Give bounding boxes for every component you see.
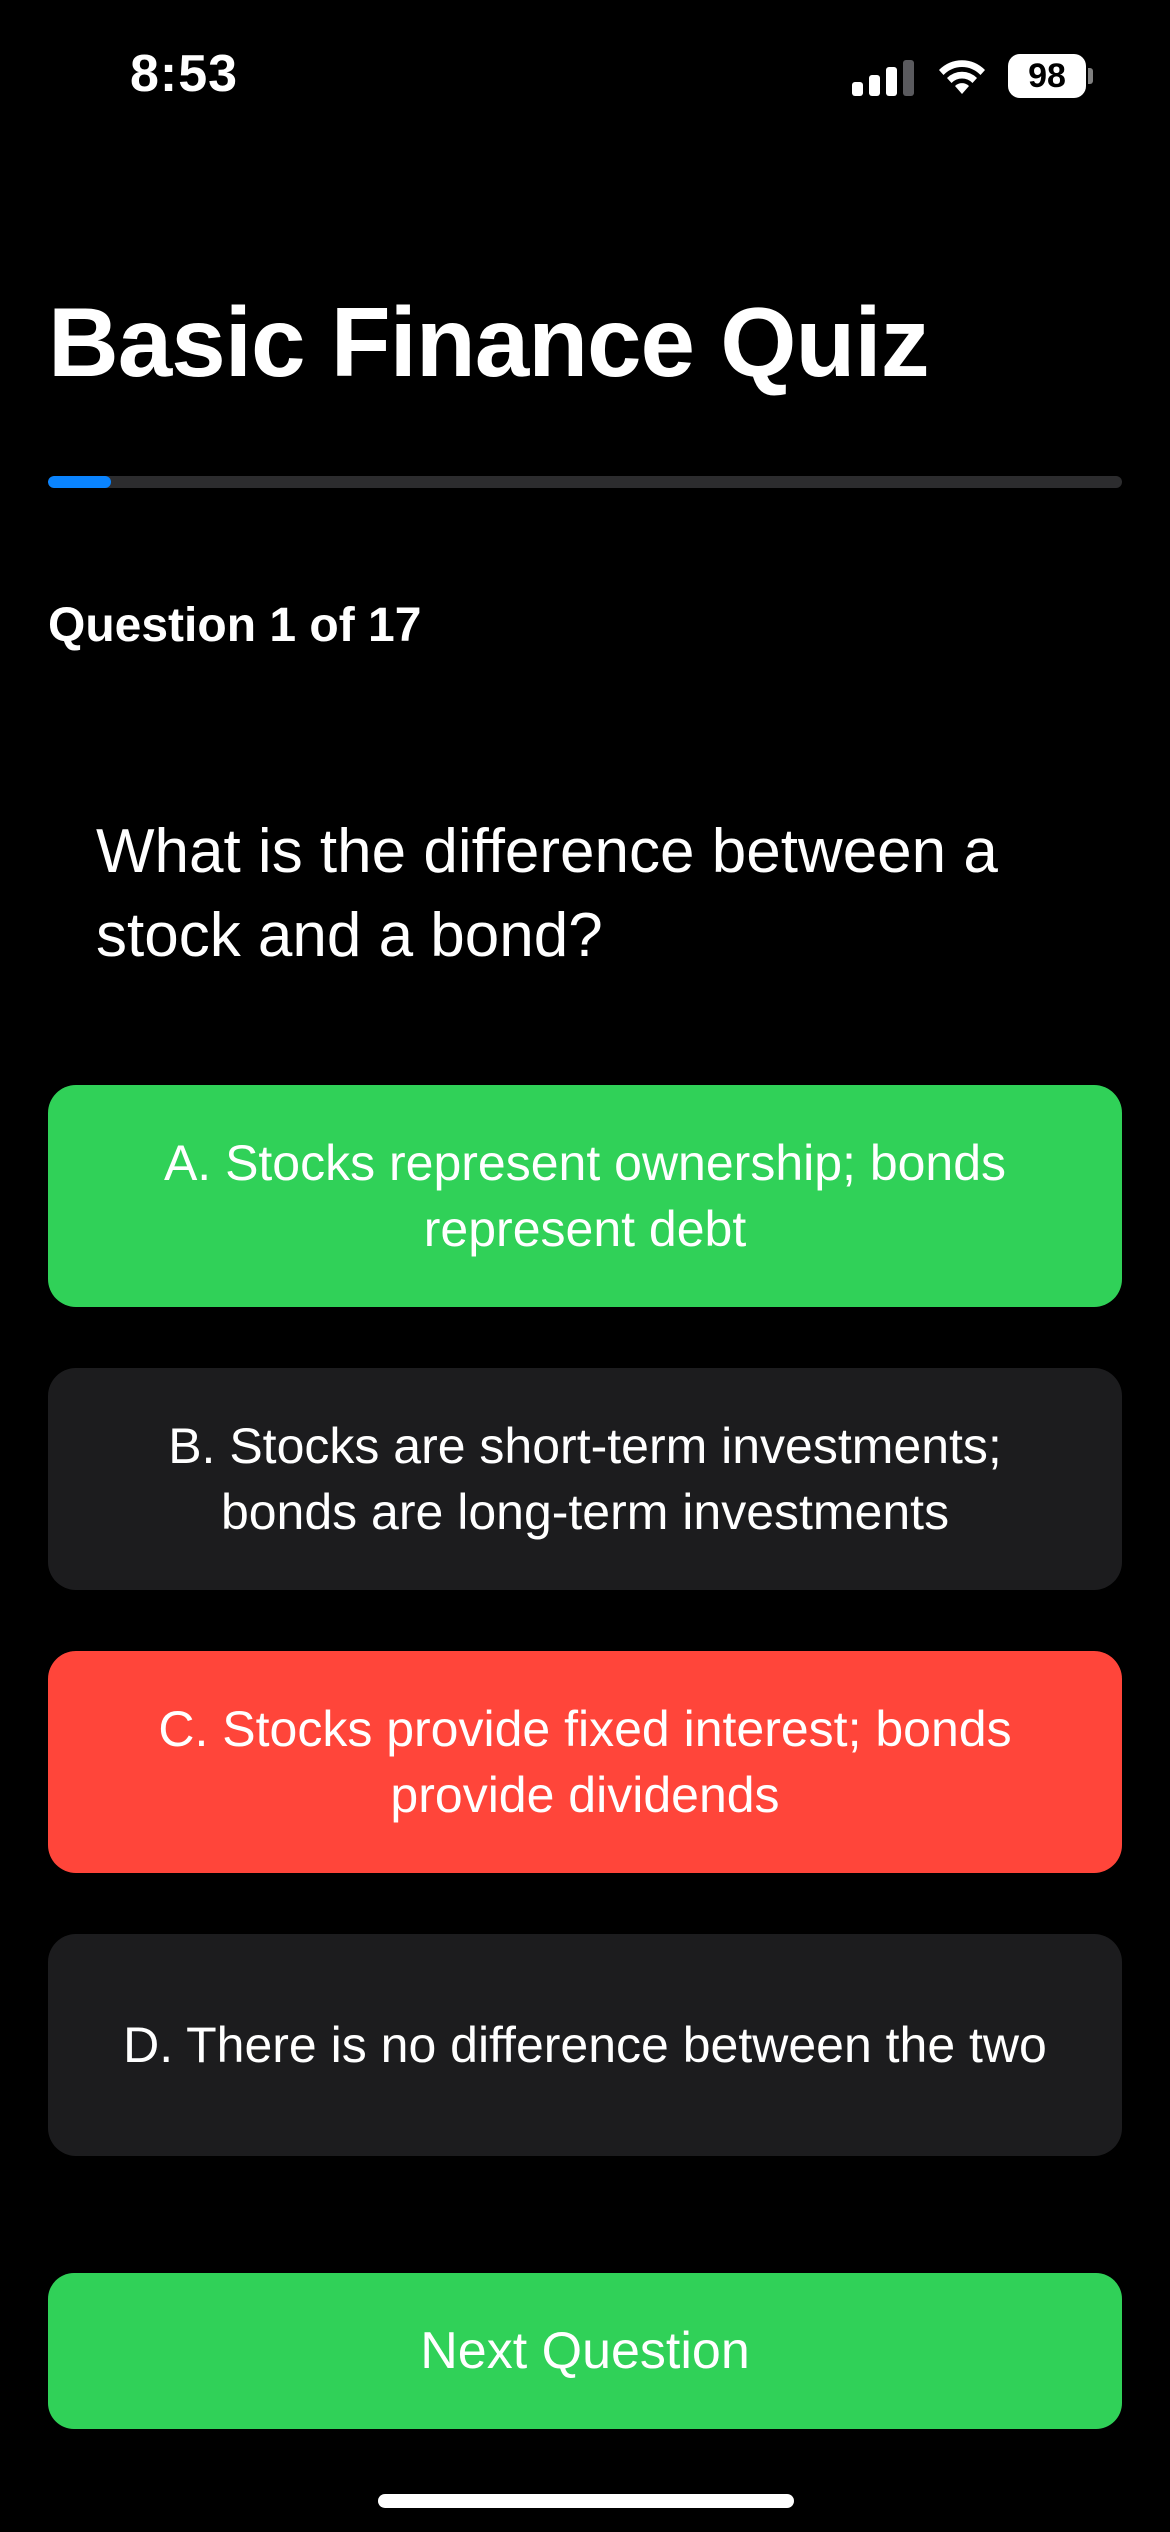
question-counter: Question 1 of 17 <box>48 599 422 652</box>
status-time: 8:53 <box>130 45 239 103</box>
home-indicator[interactable] <box>378 2494 794 2508</box>
progress-bar <box>48 476 1122 488</box>
signal-bar-3 <box>886 67 897 96</box>
page-title: Basic Finance Quiz <box>48 287 930 397</box>
question-text: What is the difference between a stock a… <box>96 817 998 970</box>
answer-option-d-label: D. There is no difference between the tw… <box>123 2017 1047 2073</box>
answer-option-c[interactable]: C. Stocks provide fixed interest; bonds … <box>48 1651 1122 1873</box>
answer-option-d[interactable]: D. There is no difference between the tw… <box>48 1934 1122 2156</box>
answer-option-a[interactable]: A. Stocks represent ownership; bonds rep… <box>48 1085 1122 1307</box>
signal-bar-4 <box>903 60 914 96</box>
status-bar: 8:53 98 <box>0 0 1170 150</box>
quiz-screen: 8:53 98 Basic Finance Quiz Question 1 of… <box>0 0 1170 2532</box>
answer-option-b[interactable]: B. Stocks are short-term investments; bo… <box>48 1368 1122 1590</box>
signal-bar-2 <box>869 75 880 96</box>
progress-bar-fill <box>48 476 112 488</box>
answer-option-a-label: A. Stocks represent ownership; bonds rep… <box>163 1135 1007 1257</box>
battery-level: 98 <box>1028 56 1066 95</box>
battery-cap <box>1088 68 1093 84</box>
answer-option-c-label: C. Stocks provide fixed interest; bonds … <box>158 1701 1012 1823</box>
next-question-button[interactable]: Next Question <box>48 2273 1122 2429</box>
wifi-icon <box>939 60 985 94</box>
answer-option-b-label: B. Stocks are short-term investments; bo… <box>168 1418 1002 1540</box>
cellular-signal-icon <box>852 60 914 96</box>
signal-bar-1 <box>852 82 863 96</box>
battery-icon: 98 <box>1008 54 1086 98</box>
